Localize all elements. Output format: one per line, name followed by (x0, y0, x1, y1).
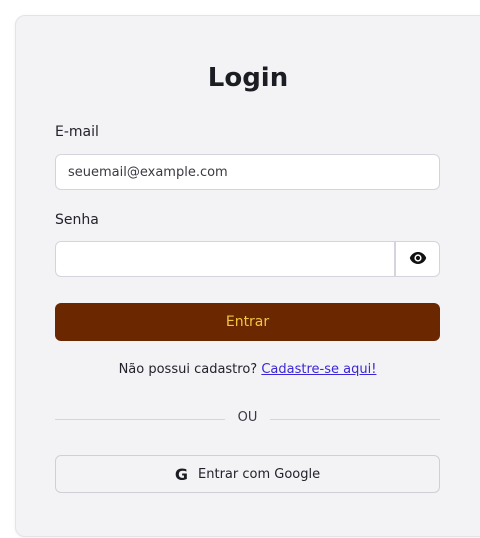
email-field[interactable] (55, 154, 440, 190)
signup-prompt-row: Não possui cadastro? Cadastre-se aqui! (55, 362, 440, 377)
page-title: Login (207, 63, 289, 93)
signup-prompt-text: Não possui cadastro? (118, 362, 258, 377)
google-login-button[interactable]: G Entrar com Google (55, 455, 440, 493)
password-label: Senha (55, 212, 99, 228)
email-label: E-mail (55, 124, 99, 140)
toggle-password-visibility-button[interactable] (395, 241, 440, 277)
divider-line-left (55, 419, 225, 420)
divider-text: OU (237, 410, 258, 425)
signup-link[interactable]: Cadastre-se aqui! (261, 362, 376, 377)
eye-icon (409, 250, 427, 269)
login-submit-button[interactable]: Entrar (55, 303, 440, 341)
google-icon: G (174, 464, 189, 484)
google-login-label: Entrar com Google (198, 466, 321, 482)
password-field[interactable] (55, 241, 395, 277)
divider-line-right (270, 419, 440, 420)
or-divider: OU (55, 409, 440, 429)
